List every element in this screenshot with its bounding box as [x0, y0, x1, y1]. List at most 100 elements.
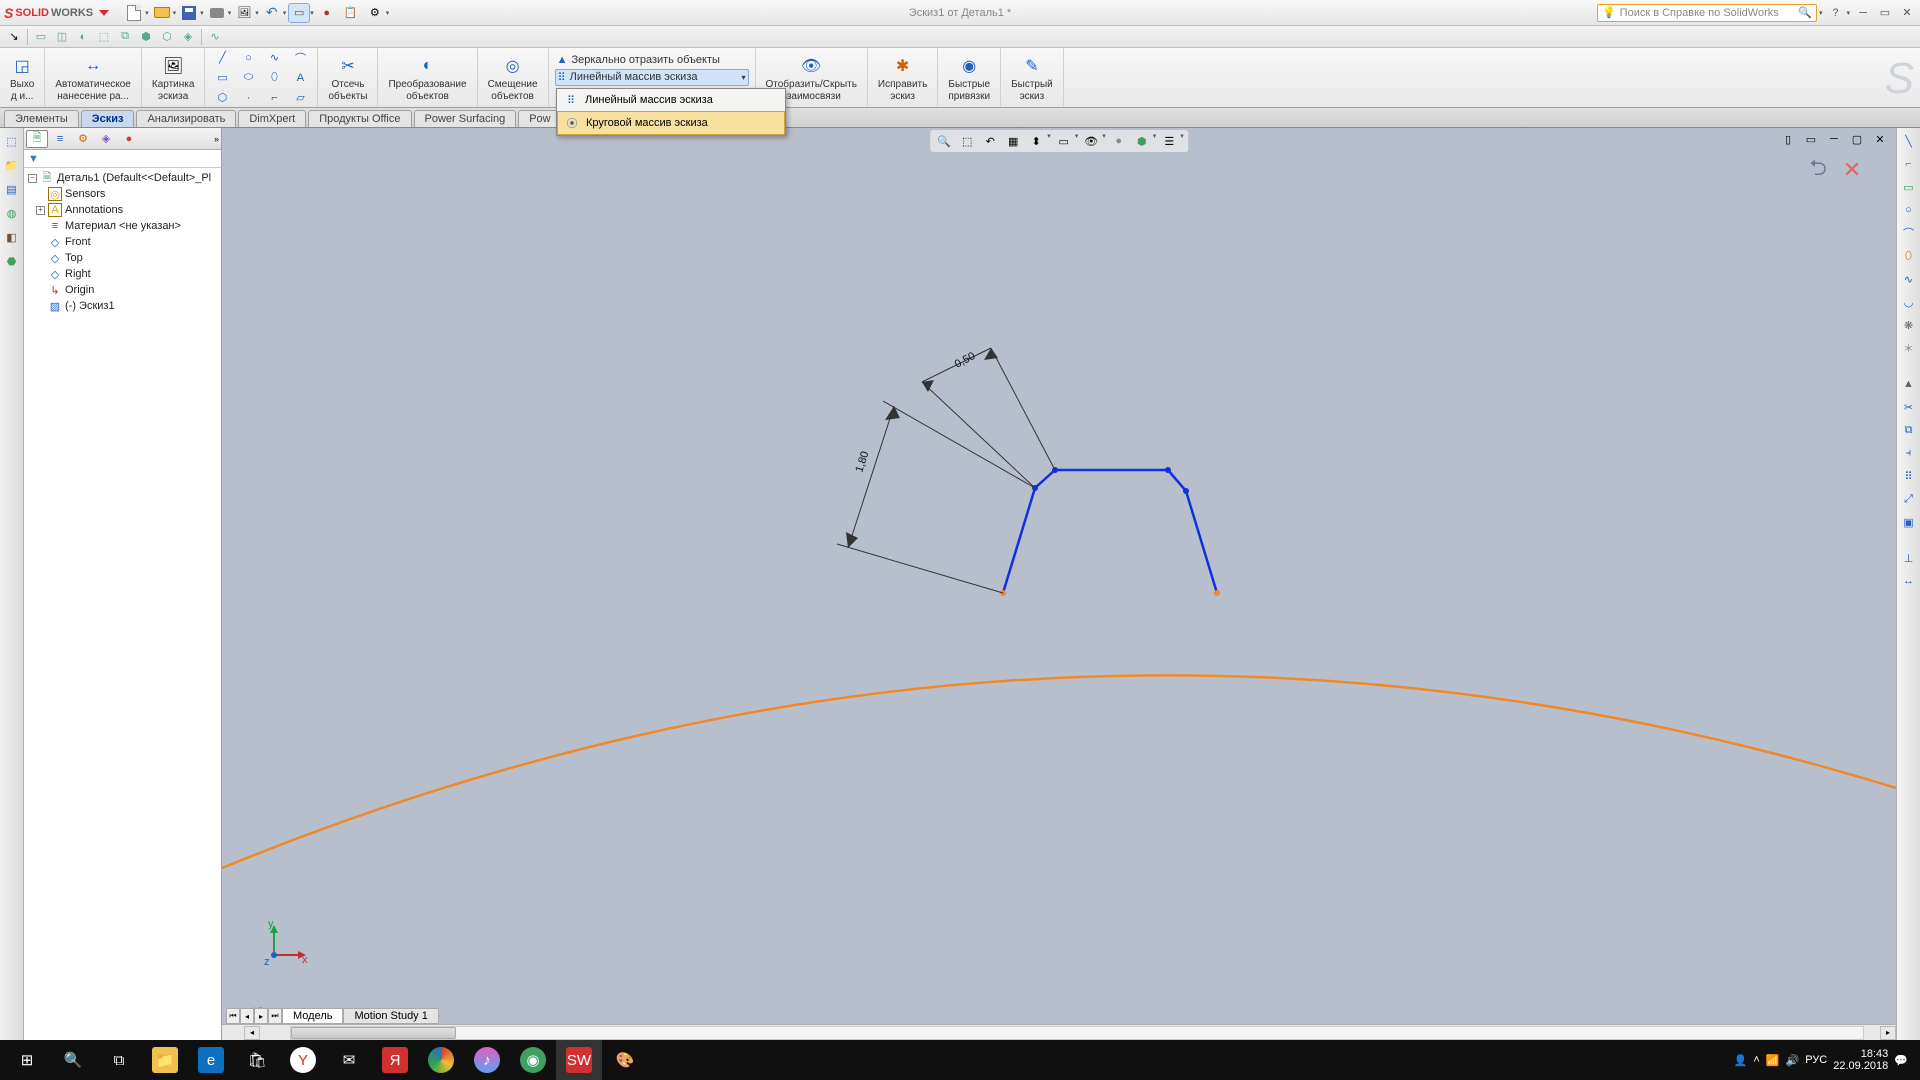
zoom-fit-icon[interactable]: 🔍 — [934, 132, 954, 150]
rect-tool[interactable]: ▭ — [211, 69, 233, 87]
apply-scene-icon[interactable]: ⬢ — [1132, 132, 1152, 150]
rt-offset-icon[interactable]: ⧉ — [1900, 421, 1918, 439]
tb-paint-icon[interactable]: 🎨 — [602, 1040, 648, 1080]
plane-tool[interactable]: ▱ — [289, 89, 311, 107]
trim-button[interactable]: ✂ Отсечь объекты — [324, 52, 371, 104]
display-style-icon[interactable]: ▭ — [1054, 132, 1074, 150]
tree-material[interactable]: ≡Материал <не указан> — [24, 218, 221, 234]
rt-ellipse-icon[interactable]: ⬯ — [1900, 247, 1918, 265]
design-lib-icon[interactable]: ⬚ — [3, 132, 21, 150]
maximize-button[interactable]: ▭ — [1876, 5, 1894, 21]
scroll-left-button[interactable]: ◂ — [244, 1026, 260, 1040]
tab-evaluate[interactable]: Анализировать — [136, 110, 236, 127]
arc-entity[interactable] — [222, 675, 1896, 868]
file-explorer-icon[interactable]: 📁 — [3, 156, 21, 174]
tree-collapse-button[interactable]: » — [214, 134, 219, 144]
rt-pattern-icon[interactable]: ⠿ — [1900, 467, 1918, 485]
tree-front[interactable]: ◇Front — [24, 234, 221, 250]
revolve-icon[interactable]: ◐ — [73, 27, 93, 47]
exit-sketch-button[interactable]: ◲ Выхо д и... — [6, 52, 38, 104]
fillet-tool[interactable]: ⌐ — [263, 89, 285, 107]
prev-view-icon[interactable]: ↶ — [980, 132, 1000, 150]
tab-nav-last[interactable]: ⏭ — [268, 1008, 282, 1024]
tree-tab-display[interactable]: ● — [118, 130, 140, 148]
open-button[interactable] — [151, 3, 173, 23]
circle-tool[interactable]: ○ — [237, 49, 259, 67]
appearance-icon[interactable]: ◍ — [3, 204, 21, 222]
curve-icon[interactable]: ∿ — [205, 27, 225, 47]
start-button[interactable]: ⊞ — [4, 1040, 50, 1080]
tray-wifi-icon[interactable]: 📶 — [1766, 1054, 1780, 1067]
custom-props-icon[interactable]: ◧ — [3, 228, 21, 246]
model-tab[interactable]: Модель — [282, 1008, 343, 1024]
logo-dropdown-icon[interactable] — [99, 10, 109, 16]
rt-circle-icon[interactable]: ○ — [1900, 201, 1918, 219]
view-orient-icon[interactable]: ⬍ — [1026, 132, 1046, 150]
view-palette-icon[interactable]: ▤ — [3, 180, 21, 198]
repair-sketch-button[interactable]: ✱ Исправить эскиз — [874, 52, 931, 104]
tb-mail-icon[interactable]: ✉ — [326, 1040, 372, 1080]
rt-text-icon[interactable]: ＊ — [1900, 339, 1918, 357]
tray-volume-icon[interactable]: 🔊 — [1786, 1054, 1800, 1067]
tray-people-icon[interactable]: 👤 — [1734, 1054, 1748, 1067]
endpoint[interactable] — [1214, 590, 1220, 596]
save-button[interactable] — [178, 3, 200, 23]
vp-close-icon[interactable]: ✕ — [1870, 130, 1890, 148]
help-search-input[interactable]: 💡 Поиск в Справке по SolidWorks 🔍 — [1597, 4, 1817, 22]
close-button[interactable]: ✕ — [1898, 5, 1916, 21]
forum-icon[interactable]: ⬣ — [3, 252, 21, 270]
tab-nav-first[interactable]: ⏮ — [226, 1008, 240, 1024]
minimize-button[interactable]: ─ — [1854, 5, 1872, 21]
select-button[interactable]: ▭ — [288, 3, 310, 23]
smart-dimension-button[interactable]: ↔ Автоматическое нанесение ра... — [51, 52, 135, 104]
tree-sketch1[interactable]: ▨(-) Эскиз1 — [24, 298, 221, 314]
tree-top[interactable]: ◇Top — [24, 250, 221, 266]
tab-sketch[interactable]: Эскиз — [81, 110, 135, 127]
tb-edge-icon[interactable]: e — [188, 1040, 234, 1080]
arrow-tool-icon[interactable]: ↘ — [4, 27, 24, 47]
rt-relation-icon[interactable]: ⊥ — [1900, 549, 1918, 567]
rebuild-button[interactable]: ● — [316, 3, 338, 23]
tree-tab-dim[interactable]: ◈ — [95, 130, 117, 148]
graphics-viewport[interactable]: 🔍 ⬚ ↶ ▦ ⬍▾ ▭▾ 👁▾ ● ⬢▾ ☰▾ ▯ ▭ ─ ▢ ✕ ⮌ ✕ — [222, 128, 1896, 1040]
extrude-icon[interactable]: ◫ — [52, 27, 72, 47]
vp-split2-icon[interactable]: ▭ — [1801, 130, 1821, 148]
new-button[interactable] — [123, 3, 145, 23]
tree-annotations[interactable]: +AAnnotations — [24, 202, 221, 218]
rt-trim-icon[interactable]: ▲ — [1900, 375, 1918, 393]
tb-kompas-icon[interactable]: ◉ — [510, 1040, 556, 1080]
search-taskbar-button[interactable]: 🔍 — [50, 1040, 96, 1080]
rt-point-icon[interactable]: ❋ — [1900, 316, 1918, 334]
tree-sensors[interactable]: ◎Sensors — [24, 186, 221, 202]
convert-button[interactable]: ◐ Преобразование объектов — [384, 52, 470, 104]
tree-tab-config[interactable]: ⚙ — [72, 130, 94, 148]
screen-capture-button[interactable]: 🖼 — [233, 3, 255, 23]
endpoint[interactable] — [1165, 467, 1171, 473]
tb-yandex2-icon[interactable]: Я — [372, 1040, 418, 1080]
rt-convert-icon[interactable]: ▣ — [1900, 513, 1918, 531]
rt-arc-icon[interactable]: ⌒ — [1900, 224, 1918, 242]
section-view-icon[interactable]: ▦ — [1003, 132, 1023, 150]
view-settings-icon[interactable]: ☰ — [1159, 132, 1179, 150]
tb-chrome-icon[interactable] — [418, 1040, 464, 1080]
edit-appearance-icon[interactable]: ● — [1109, 132, 1129, 150]
tb-yandex-icon[interactable]: Y — [280, 1040, 326, 1080]
point-tool[interactable]: · — [237, 89, 259, 107]
sweep-icon[interactable]: ⬚ — [94, 27, 114, 47]
tree-right[interactable]: ◇Right — [24, 266, 221, 282]
task-view-button[interactable]: ⧉ — [96, 1040, 142, 1080]
tb-store-icon[interactable]: 🛍 — [234, 1040, 280, 1080]
dim-180[interactable]: 1,80 — [853, 450, 871, 474]
print-button[interactable] — [206, 3, 228, 23]
spline-tool[interactable]: ∿ — [263, 49, 285, 67]
scroll-right-button[interactable]: ▸ — [1880, 1026, 1896, 1040]
rt-corner-icon[interactable]: ⌐ — [1900, 155, 1918, 173]
horizontal-scrollbar[interactable]: ◂ ▸ — [222, 1024, 1896, 1040]
tab-nav-prev[interactable]: ◂ — [240, 1008, 254, 1024]
rt-extend-icon[interactable]: ✂ — [1900, 398, 1918, 416]
rt-line-icon[interactable]: ╲ — [1900, 132, 1918, 150]
rt-mirror-icon[interactable]: ⫞ — [1900, 444, 1918, 462]
scroll-thumb[interactable] — [291, 1027, 456, 1039]
offset-button[interactable]: ◎ Смещение объектов — [484, 52, 542, 104]
zoom-area-icon[interactable]: ⬚ — [957, 132, 977, 150]
